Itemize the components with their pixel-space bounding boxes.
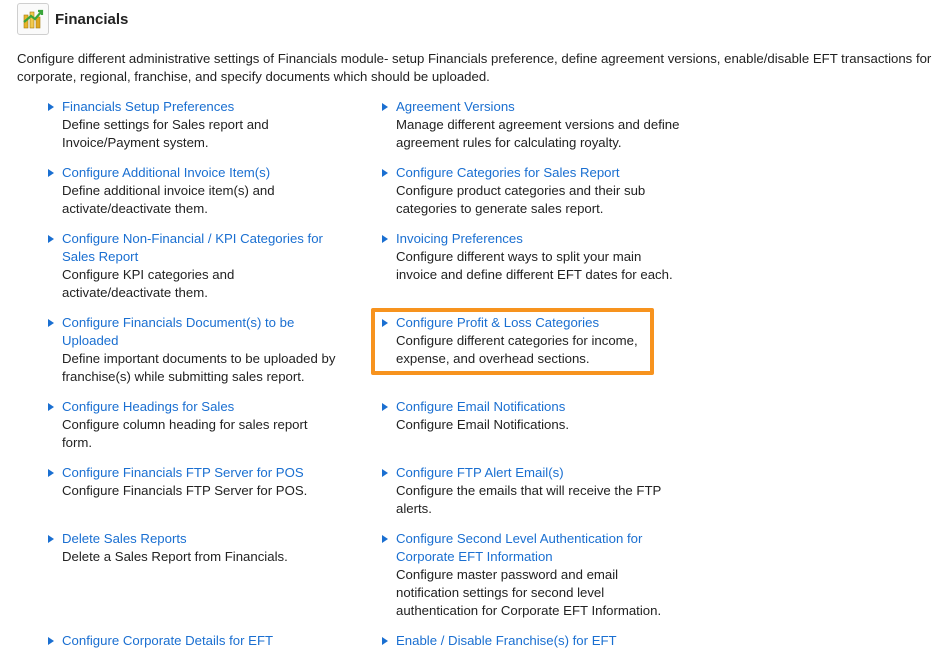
bullet-icon	[382, 403, 388, 411]
bullet-icon	[382, 637, 388, 645]
financials-icon	[17, 3, 49, 35]
link-configure-ftp-server-for-pos[interactable]: Configure Financials FTP Server for POS	[62, 464, 337, 482]
link-configure-headings-for-sales[interactable]: Configure Headings for Sales	[62, 398, 337, 416]
item-description: Configure different ways to split your m…	[396, 249, 673, 282]
list-item: Configure Financials Document(s) to be U…	[47, 314, 337, 386]
link-invoicing-preferences[interactable]: Invoicing Preferences	[396, 230, 681, 248]
link-configure-financials-documents[interactable]: Configure Financials Document(s) to be U…	[62, 314, 337, 350]
link-delete-sales-reports[interactable]: Delete Sales Reports	[62, 530, 337, 548]
page-title: Financials	[55, 10, 129, 28]
list-item: Configure Financials FTP Server for POS …	[47, 464, 337, 500]
bullet-icon	[48, 637, 54, 645]
bullet-icon	[48, 469, 54, 477]
bullet-icon	[48, 103, 54, 111]
list-item: Configure Email Notifications Configure …	[381, 398, 681, 434]
item-description: Define settings for Sales report and Inv…	[62, 117, 269, 150]
list-item: Delete Sales Reports Delete a Sales Repo…	[47, 530, 337, 566]
list-item: Configure Corporate Details for EFT	[47, 632, 337, 650]
link-configure-categories-for-sales-report[interactable]: Configure Categories for Sales Report	[396, 164, 681, 182]
bullet-icon	[48, 235, 54, 243]
bullet-icon	[382, 469, 388, 477]
link-configure-ftp-alert-emails[interactable]: Configure FTP Alert Email(s)	[396, 464, 681, 482]
bullet-icon	[48, 319, 54, 327]
bullet-icon	[48, 403, 54, 411]
bullet-icon	[382, 103, 388, 111]
module-header: Financials	[17, 2, 128, 36]
item-description: Define important documents to be uploade…	[62, 351, 336, 384]
list-item: Configure Second Level Authentication fo…	[381, 530, 681, 620]
item-description: Configure Email Notifications.	[396, 417, 569, 432]
link-configure-second-level-authentication[interactable]: Configure Second Level Authentication fo…	[396, 530, 681, 566]
item-description: Manage different agreement versions and …	[396, 117, 680, 150]
list-item: Enable / Disable Franchise(s) for EFT	[381, 632, 681, 650]
list-item: Financials Setup Preferences Define sett…	[47, 98, 337, 152]
list-item: Configure Categories for Sales Report Co…	[381, 164, 681, 218]
item-description: Delete a Sales Report from Financials.	[62, 549, 288, 564]
list-item: Configure Headings for Sales Configure c…	[47, 398, 337, 452]
bullet-icon	[382, 169, 388, 177]
bullet-icon	[382, 535, 388, 543]
list-item: Configure Non-Financial / KPI Categories…	[47, 230, 337, 302]
link-financials-setup-preferences[interactable]: Financials Setup Preferences	[62, 98, 337, 116]
item-description: Define additional invoice item(s) and ac…	[62, 183, 275, 216]
link-enable-disable-franchises-for-eft[interactable]: Enable / Disable Franchise(s) for EFT	[396, 632, 681, 650]
module-description: Configure different administrative setti…	[17, 51, 932, 84]
item-description: Configure master password and email noti…	[396, 567, 662, 618]
item-description: Configure KPI categories and activate/de…	[62, 267, 235, 300]
list-item: Configure FTP Alert Email(s) Configure t…	[381, 464, 681, 518]
link-agreement-versions[interactable]: Agreement Versions	[396, 98, 681, 116]
item-description: Configure Financials FTP Server for POS.	[62, 483, 308, 498]
item-description: Configure product categories and their s…	[396, 183, 646, 216]
link-configure-kpi-categories[interactable]: Configure Non-Financial / KPI Categories…	[62, 230, 337, 266]
list-item: Agreement Versions Manage different agre…	[381, 98, 681, 152]
item-description: Configure column heading for sales repor…	[62, 417, 308, 450]
link-configure-email-notifications[interactable]: Configure Email Notifications	[396, 398, 681, 416]
bullet-icon	[382, 235, 388, 243]
list-item: Invoicing Preferences Configure differen…	[381, 230, 681, 284]
bullet-icon	[48, 535, 54, 543]
list-item: Configure Additional Invoice Item(s) Def…	[47, 164, 337, 218]
bullet-icon	[48, 169, 54, 177]
item-description: Configure the emails that will receive t…	[396, 483, 662, 516]
link-configure-corporate-details-for-eft[interactable]: Configure Corporate Details for EFT	[62, 632, 337, 650]
highlight-box	[371, 308, 654, 375]
link-configure-additional-invoice-items[interactable]: Configure Additional Invoice Item(s)	[62, 164, 337, 182]
